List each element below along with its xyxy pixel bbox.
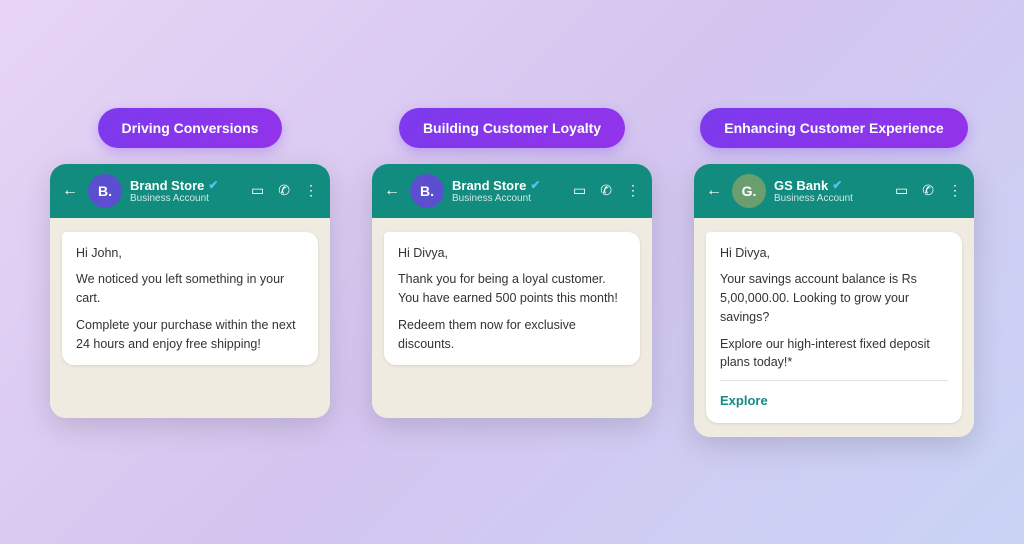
pill-enhancing-experience: Enhancing Customer Experience: [700, 108, 967, 148]
back-arrow-icon-1[interactable]: ←: [62, 182, 78, 200]
msg-1-line-1: Hi John,: [76, 244, 304, 263]
msg-3-line-3: Explore our high-interest fixed deposit …: [720, 335, 948, 373]
phone-mockup-2: ← B. Brand Store ✔ Business Account ▭ ✆ …: [372, 164, 652, 418]
header-name-2: Brand Store ✔: [452, 178, 565, 193]
video-icon-2[interactable]: ▭: [573, 182, 586, 199]
phone-mockup-3: ← G. GS Bank ✔ Business Account ▭ ✆ ⋮: [694, 164, 974, 437]
msg-1-line-3: Complete your purchase within the next 2…: [76, 316, 304, 354]
phone-mockup-1: ← B. Brand Store ✔ Business Account ▭ ✆ …: [50, 164, 330, 418]
avatar-1: B.: [88, 174, 122, 208]
chat-body-1: Hi John, We noticed you left something i…: [50, 218, 330, 418]
header-name-1: Brand Store ✔: [130, 178, 243, 193]
more-icon-3[interactable]: ⋮: [948, 182, 962, 199]
msg-2-line-2: Thank you for being a loyal customer. Yo…: [398, 270, 626, 308]
header-icons-3: ▭ ✆ ⋮: [895, 182, 962, 199]
verified-icon-3: ✔: [832, 178, 842, 192]
phone-icon-2[interactable]: ✆: [600, 182, 612, 199]
header-info-3: GS Bank ✔ Business Account: [774, 178, 887, 204]
pill-driving-conversions: Driving Conversions: [98, 108, 283, 148]
header-sub-3: Business Account: [774, 193, 887, 204]
msg-1-line-2: We noticed you left something in your ca…: [76, 270, 304, 308]
avatar-3: G.: [732, 174, 766, 208]
whatsapp-header-1: ← B. Brand Store ✔ Business Account ▭ ✆ …: [50, 164, 330, 218]
video-icon-1[interactable]: ▭: [251, 182, 264, 199]
message-bubble-3: Hi Divya, Your savings account balance i…: [706, 232, 962, 423]
more-icon-1[interactable]: ⋮: [304, 182, 318, 199]
header-sub-2: Business Account: [452, 193, 565, 204]
more-icon-2[interactable]: ⋮: [626, 182, 640, 199]
msg-2-line-1: Hi Divya,: [398, 244, 626, 263]
header-icons-2: ▭ ✆ ⋮: [573, 182, 640, 199]
header-name-3: GS Bank ✔: [774, 178, 887, 193]
card-enhancing-experience: Enhancing Customer Experience ← G. GS Ba…: [689, 108, 979, 437]
chat-body-3: Hi Divya, Your savings account balance i…: [694, 218, 974, 437]
verified-icon-1: ✔: [208, 178, 218, 192]
card-building-loyalty: Building Customer Loyalty ← B. Brand Sto…: [367, 108, 657, 418]
phone-icon-3[interactable]: ✆: [922, 182, 934, 199]
message-bubble-2: Hi Divya, Thank you for being a loyal cu…: [384, 232, 640, 366]
header-icons-1: ▭ ✆ ⋮: [251, 182, 318, 199]
chat-body-2: Hi Divya, Thank you for being a loyal cu…: [372, 218, 652, 418]
video-icon-3[interactable]: ▭: [895, 182, 908, 199]
back-arrow-icon-3[interactable]: ←: [706, 182, 722, 200]
divider-3: [720, 380, 948, 381]
header-info-2: Brand Store ✔ Business Account: [452, 178, 565, 204]
msg-2-line-3: Redeem them now for exclusive discounts.: [398, 316, 626, 354]
explore-link[interactable]: Explore: [720, 391, 948, 411]
card-driving-conversions: Driving Conversions ← B. Brand Store ✔ B…: [45, 108, 335, 418]
whatsapp-header-2: ← B. Brand Store ✔ Business Account ▭ ✆ …: [372, 164, 652, 218]
header-info-1: Brand Store ✔ Business Account: [130, 178, 243, 204]
main-container: Driving Conversions ← B. Brand Store ✔ B…: [0, 84, 1024, 461]
pill-building-loyalty: Building Customer Loyalty: [399, 108, 625, 148]
whatsapp-header-3: ← G. GS Bank ✔ Business Account ▭ ✆ ⋮: [694, 164, 974, 218]
verified-icon-2: ✔: [530, 178, 540, 192]
header-sub-1: Business Account: [130, 193, 243, 204]
avatar-2: B.: [410, 174, 444, 208]
back-arrow-icon-2[interactable]: ←: [384, 182, 400, 200]
msg-3-line-1: Hi Divya,: [720, 244, 948, 263]
message-bubble-1: Hi John, We noticed you left something i…: [62, 232, 318, 366]
phone-icon-1[interactable]: ✆: [278, 182, 290, 199]
msg-3-line-2: Your savings account balance is Rs 5,00,…: [720, 270, 948, 326]
